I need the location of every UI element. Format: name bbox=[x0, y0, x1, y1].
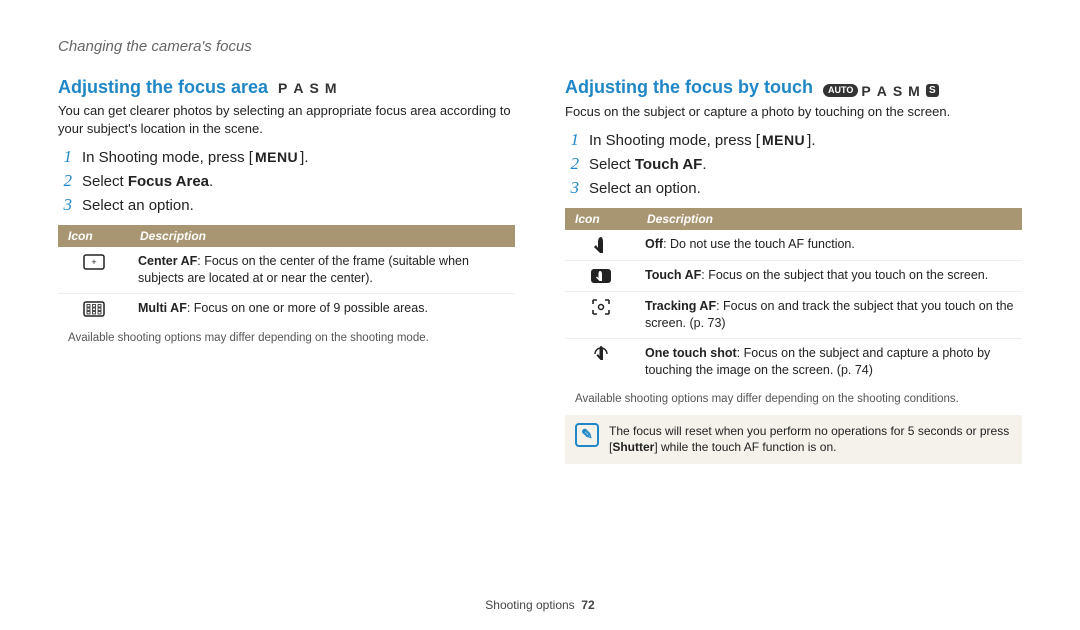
mode-auto-icon: AUTO bbox=[823, 84, 858, 97]
left-steps-list: 1 In Shooting mode, press [MENU]. 2 Sele… bbox=[58, 147, 515, 215]
step-item: 2 Select Touch AF. bbox=[565, 154, 1022, 174]
table-header-icon: Icon bbox=[565, 208, 637, 230]
right-options-table: Icon Description Off: Do not use the tou… bbox=[565, 208, 1022, 385]
left-title: Adjusting the focus area bbox=[58, 77, 268, 98]
mode-a-icon: A bbox=[293, 80, 306, 96]
step-number: 3 bbox=[565, 178, 579, 198]
mode-m-icon: M bbox=[908, 83, 923, 99]
step-item: 3 Select an option. bbox=[58, 195, 515, 215]
table-row: + Center AF: Focus on the center of the … bbox=[58, 247, 515, 293]
right-steps-list: 1 In Shooting mode, press [MENU]. 2 Sele… bbox=[565, 130, 1022, 198]
left-mode-icons: P A S M bbox=[278, 80, 339, 96]
table-row: Off: Do not use the touch AF function. bbox=[565, 230, 1022, 261]
touch-af-icon bbox=[590, 267, 612, 285]
page-footer: Shooting options 72 bbox=[58, 586, 1022, 612]
breadcrumb: Changing the camera's focus bbox=[58, 38, 1022, 55]
table-cell-desc: Off: Do not use the touch AF function. bbox=[637, 230, 1022, 261]
table-row: Multi AF: Focus on one or more of 9 poss… bbox=[58, 293, 515, 324]
step-number: 1 bbox=[58, 147, 72, 167]
table-row: One touch shot: Focus on the subject and… bbox=[565, 338, 1022, 384]
step-item: 1 In Shooting mode, press [MENU]. bbox=[58, 147, 515, 167]
menu-icon: MENU bbox=[253, 149, 300, 165]
step-text: Select an option. bbox=[82, 197, 194, 214]
right-heading-line: Adjusting the focus by touch AUTO P A S … bbox=[565, 77, 1022, 99]
menu-icon: MENU bbox=[760, 132, 807, 148]
right-footnote: Available shooting options may differ de… bbox=[575, 393, 1022, 405]
right-title: Adjusting the focus by touch bbox=[565, 77, 813, 98]
one-touch-shot-icon bbox=[590, 345, 612, 363]
right-mode-icons: AUTO P A S M S bbox=[823, 83, 939, 99]
mode-p-icon: P bbox=[278, 80, 290, 96]
step-item: 3 Select an option. bbox=[565, 178, 1022, 198]
info-icon: ✎ bbox=[575, 423, 599, 447]
mode-m-icon: M bbox=[325, 80, 340, 96]
table-cell-desc: Center AF: Focus on the center of the fr… bbox=[130, 247, 515, 293]
mode-s-icon: S bbox=[310, 80, 322, 96]
table-header-desc: Description bbox=[130, 225, 515, 247]
mode-p-icon: P bbox=[861, 83, 873, 99]
step-text: In Shooting mode, press [MENU]. bbox=[589, 132, 816, 149]
step-text: In Shooting mode, press [MENU]. bbox=[82, 149, 309, 166]
table-cell-desc: Touch AF: Focus on the subject that you … bbox=[637, 261, 1022, 292]
step-text: Select Focus Area. bbox=[82, 173, 213, 190]
table-header-icon: Icon bbox=[58, 225, 130, 247]
svg-text:+: + bbox=[91, 257, 96, 267]
step-text: Select Touch AF. bbox=[589, 156, 707, 173]
tip-text: The focus will reset when you perform no… bbox=[609, 423, 1012, 457]
step-item: 2 Select Focus Area. bbox=[58, 171, 515, 191]
table-cell-desc: Tracking AF: Focus on and track the subj… bbox=[637, 292, 1022, 339]
left-footnote: Available shooting options may differ de… bbox=[68, 332, 515, 344]
mode-a-icon: A bbox=[877, 83, 890, 99]
footer-page-number: 72 bbox=[581, 598, 594, 612]
two-column-layout: Adjusting the focus area P A S M You can… bbox=[58, 77, 1022, 586]
multi-af-icon bbox=[83, 300, 105, 318]
right-intro-text: Focus on the subject or capture a photo … bbox=[565, 103, 1022, 121]
left-intro-text: You can get clearer photos by selecting … bbox=[58, 102, 515, 137]
step-item: 1 In Shooting mode, press [MENU]. bbox=[565, 130, 1022, 150]
center-af-icon: + bbox=[83, 253, 105, 271]
tip-box: ✎ The focus will reset when you perform … bbox=[565, 415, 1022, 465]
step-number: 2 bbox=[565, 154, 579, 174]
off-icon bbox=[590, 236, 612, 254]
left-heading-line: Adjusting the focus area P A S M bbox=[58, 77, 515, 98]
footer-section: Shooting options bbox=[485, 598, 574, 612]
mode-smart-icon: S bbox=[926, 84, 939, 97]
step-number: 2 bbox=[58, 171, 72, 191]
tracking-af-icon bbox=[590, 298, 612, 316]
left-options-table: Icon Description + Center AF: Focus on t… bbox=[58, 225, 515, 324]
step-number: 1 bbox=[565, 130, 579, 150]
table-cell-desc: One touch shot: Focus on the subject and… bbox=[637, 338, 1022, 384]
mode-s-icon: S bbox=[893, 83, 905, 99]
table-header-desc: Description bbox=[637, 208, 1022, 230]
step-text: Select an option. bbox=[589, 180, 701, 197]
table-row: Tracking AF: Focus on and track the subj… bbox=[565, 292, 1022, 339]
step-number: 3 bbox=[58, 195, 72, 215]
table-cell-desc: Multi AF: Focus on one or more of 9 poss… bbox=[130, 293, 515, 324]
table-row: Touch AF: Focus on the subject that you … bbox=[565, 261, 1022, 292]
right-column: Adjusting the focus by touch AUTO P A S … bbox=[565, 77, 1022, 586]
left-column: Adjusting the focus area P A S M You can… bbox=[58, 77, 515, 586]
